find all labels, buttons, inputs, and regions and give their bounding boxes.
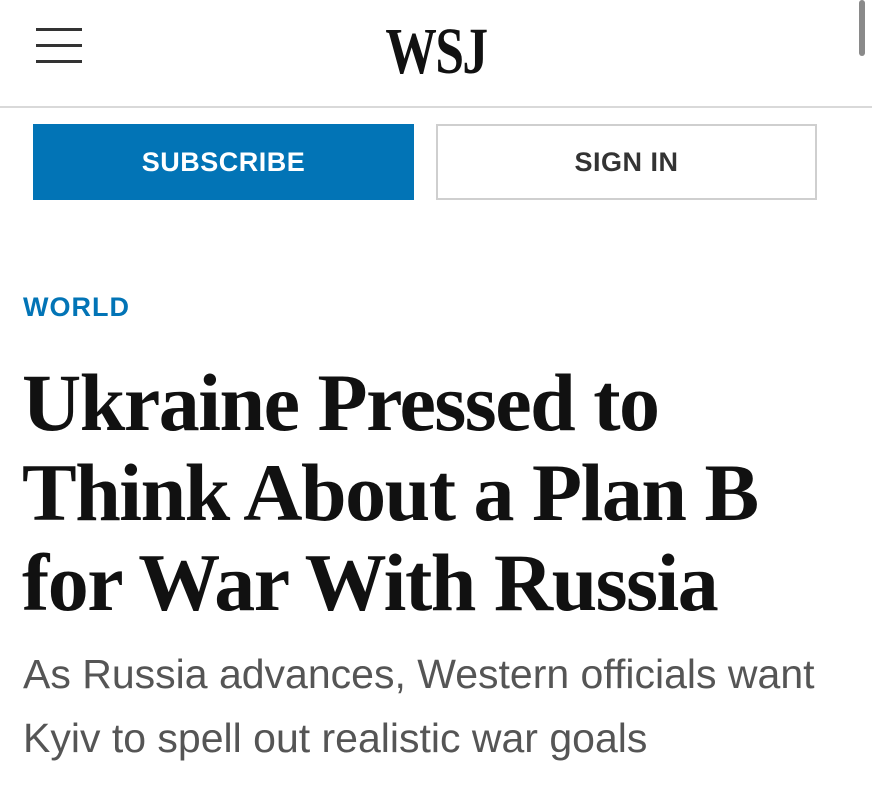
scrollbar-thumb[interactable]: [859, 0, 865, 56]
wsj-logo[interactable]: WSJ: [96, 14, 776, 90]
menu-line: [36, 44, 82, 47]
hamburger-menu-icon[interactable]: [36, 24, 84, 68]
article-dek: As Russia advances, Western officials wa…: [23, 651, 815, 761]
section-label[interactable]: WORLD: [23, 290, 130, 324]
article-headline: Ukraine Pressed to Think About a Plan B …: [22, 357, 759, 628]
menu-line: [36, 60, 82, 63]
subscribe-button[interactable]: SUBSCRIBE: [33, 124, 414, 200]
sign-in-button[interactable]: SIGN IN: [436, 124, 817, 200]
site-header: WSJ: [0, 0, 872, 108]
menu-line: [36, 28, 82, 31]
